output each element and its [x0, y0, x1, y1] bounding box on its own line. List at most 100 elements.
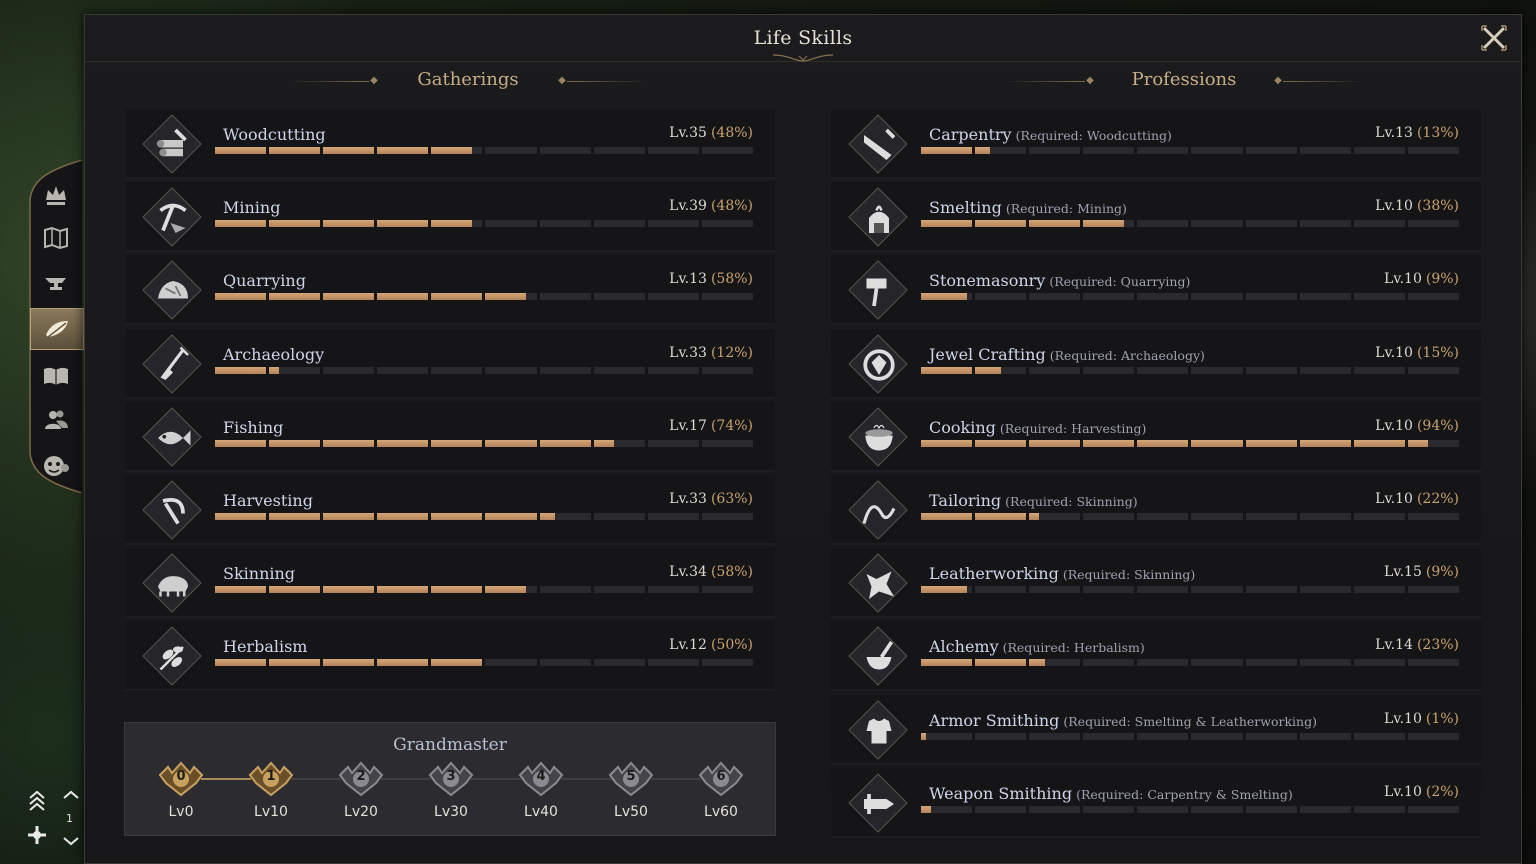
progress-segment: [1353, 659, 1405, 667]
progress-fill: [215, 293, 267, 301]
profession-row[interactable]: Carpentry (Required: Woodcutting) Lv.13 (13…: [831, 109, 1481, 179]
progress-segment: [1299, 586, 1351, 594]
skill-name-text: Carpentry: [929, 125, 1012, 144]
skill-progress-bar: [921, 439, 1459, 447]
skill-name: Skinning: [223, 564, 295, 583]
profession-row[interactable]: Tailoring (Required: Skinning) Lv.10 (22%): [831, 475, 1481, 545]
fish-icon: [158, 430, 191, 446]
profession-row[interactable]: Alchemy (Required: Herbalism) Lv.14 (23%): [831, 621, 1481, 692]
profession-row[interactable]: Cooking (Required: Harvesting) Lv.10 (94%): [831, 401, 1481, 472]
progress-segment: [1029, 805, 1081, 813]
progress-segment: [1137, 513, 1189, 520]
progress-segment: [215, 439, 267, 447]
progress-segment: [1029, 513, 1081, 520]
progress-segment: [647, 366, 699, 374]
progress-fill: [921, 366, 973, 374]
progress-segment: [377, 220, 429, 228]
skill-level: Lv.12 (50%): [669, 637, 753, 653]
herb-icon: [159, 646, 184, 671]
grandmaster-tier-label: Lv10: [254, 804, 288, 820]
skill-level: Lv.13 (58%): [669, 271, 753, 287]
progress-fill: [269, 513, 321, 520]
progress-segment: [1299, 220, 1351, 228]
grandmaster-tier-number: 5: [626, 769, 636, 784]
profession-row[interactable]: Armor Smithing (Required: Smelting & Leat…: [831, 694, 1481, 765]
close-icon[interactable]: [1479, 23, 1509, 53]
sidebar-life-skills-button[interactable]: [30, 308, 84, 350]
progress-segment: [701, 147, 753, 154]
skill-progress-bar: [921, 293, 1459, 301]
progress-fill: [539, 439, 591, 447]
grandmaster-tier-label: Lv50: [614, 804, 648, 820]
skill-level-value: Lv.17: [669, 417, 707, 434]
grandmaster-connector: [471, 778, 521, 780]
progress-fill: [1191, 439, 1243, 447]
boar-icon: [158, 576, 188, 597]
progress-segment: [701, 659, 753, 667]
gathering-row[interactable]: Mining Lv.39 (48%): [125, 182, 775, 253]
progress-segment: [1083, 293, 1135, 301]
progress-fill: [485, 293, 527, 301]
profession-row[interactable]: Stonemasonry (Required: Quarrying) Lv.10 (9…: [831, 255, 1481, 326]
skill-level-percent: (9%): [1425, 564, 1459, 581]
progress-segment: [1353, 805, 1405, 813]
skill-level-percent: (1%): [1425, 710, 1459, 727]
progress-fill: [975, 220, 1027, 228]
progress-fill: [485, 513, 537, 520]
skill-name: Harvesting: [223, 491, 313, 510]
gathering-row[interactable]: Fishing Lv.17 (74%): [125, 401, 775, 472]
gathering-row[interactable]: Herbalism Lv.12 (50%): [125, 621, 775, 692]
profession-row[interactable]: Smelting (Required: Mining) Lv.10 (38%): [831, 182, 1481, 253]
gathering-row[interactable]: Quarrying Lv.13 (58%): [125, 255, 775, 326]
skill-name-text: Armor Smithing: [929, 710, 1060, 730]
profession-row[interactable]: Weapon Smithing (Required: Carpentry & Sm…: [831, 767, 1481, 838]
progress-segment: [921, 293, 973, 301]
crown-icon: [46, 186, 66, 205]
progress-fill: [921, 513, 973, 520]
progress-segment: [1083, 220, 1135, 228]
sidebar-people-button[interactable]: [30, 400, 82, 440]
progress-segment: [431, 586, 483, 594]
progress-fill: [593, 439, 615, 447]
progress-segment: [377, 513, 429, 520]
progress-segment: [1299, 366, 1351, 374]
gathering-row[interactable]: Harvesting Lv.33 (63%): [125, 475, 775, 545]
skill-level-value: Lv.10: [1384, 271, 1422, 288]
progress-fill: [431, 659, 483, 667]
progress-segment: [1083, 805, 1135, 813]
progress-segment: [921, 220, 973, 228]
gathering-row[interactable]: Archaeology Lv.33 (12%): [125, 328, 775, 399]
skill-level-percent: (38%): [1416, 198, 1459, 215]
sidebar-mask-button[interactable]: [30, 446, 82, 486]
progress-segment: [1407, 293, 1459, 301]
sidebar-book-button[interactable]: [30, 356, 82, 396]
pickaxe-icon: [159, 203, 187, 234]
skill-name-text: Weapon Smithing: [929, 783, 1073, 803]
progress-segment: [921, 586, 973, 594]
skill-name: Archaeology: [223, 345, 324, 364]
progress-segment: [1407, 659, 1459, 667]
stone-icon: [158, 281, 188, 299]
sidebar-anvil-button[interactable]: [30, 262, 82, 302]
sidebar-map-button[interactable]: [30, 218, 82, 258]
skill-requirement: (Required: Smelting & Leatherworking): [1063, 713, 1317, 729]
skill-name-text: Woodcutting: [223, 125, 326, 144]
progress-fill: [377, 220, 429, 228]
progress-fill: [269, 147, 321, 154]
profession-row[interactable]: Leatherworking (Required: Skinning) Lv.15(…: [831, 548, 1481, 619]
progress-segment: [1029, 293, 1081, 301]
skill-level-value: Lv.33: [669, 491, 707, 507]
progress-segment: [485, 366, 537, 374]
progress-segment: [1353, 732, 1405, 740]
progress-segment: [1407, 366, 1459, 374]
gathering-row[interactable]: Skinning Lv.34 (58%): [125, 548, 775, 619]
progress-fill: [1299, 439, 1351, 447]
skill-progress-bar: [921, 147, 1459, 154]
gathering-row[interactable]: Woodcutting Lv.35 (48%): [125, 109, 775, 179]
sidebar-crown-button[interactable]: [30, 174, 82, 214]
skill-level-value: Lv.10: [1384, 783, 1422, 800]
progress-segment: [1083, 366, 1135, 374]
skill-name: Weapon Smithing (Required: Carpentry & Sm…: [929, 784, 1293, 803]
progress-segment: [921, 513, 973, 520]
profession-row[interactable]: Jewel Crafting (Required: Archaeology) Lv.…: [831, 328, 1481, 399]
